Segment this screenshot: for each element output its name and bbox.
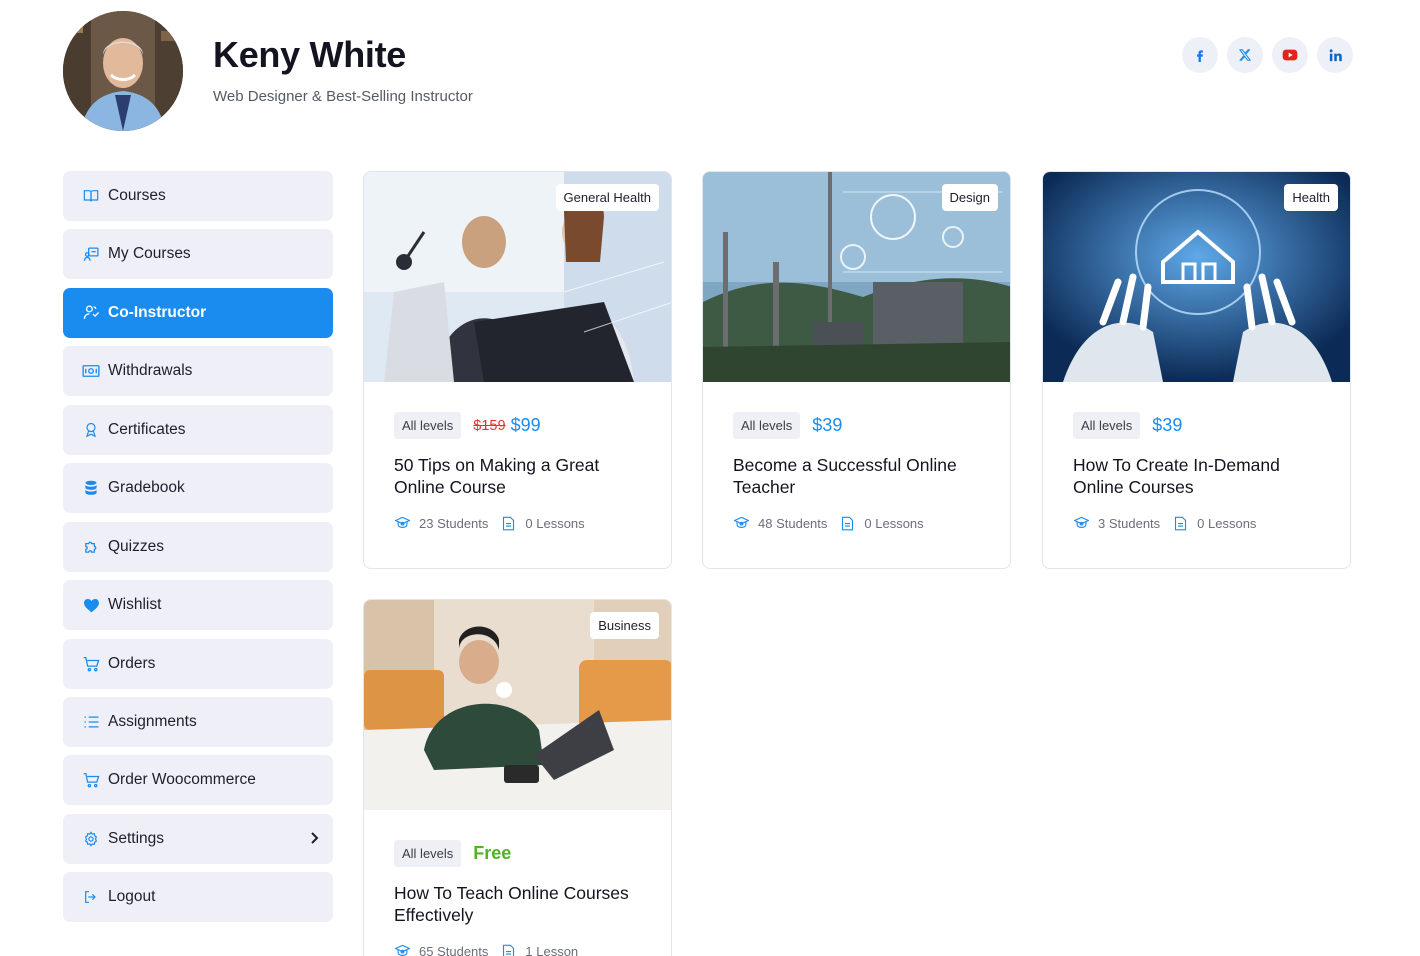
level-badge: All levels — [733, 412, 801, 439]
students-count: 65 Students — [419, 943, 489, 956]
sidebar-item-label: Quizzes — [108, 537, 164, 555]
sidebar-item-label: Courses — [108, 187, 166, 204]
book-icon — [82, 187, 100, 205]
sidebar-item-label: My Courses — [108, 245, 191, 263]
student-icon — [733, 515, 749, 531]
social-links — [1182, 37, 1353, 73]
course-thumbnail[interactable]: Health — [1043, 172, 1350, 382]
cart-icon — [82, 771, 100, 789]
lessons-count: 0 Lessons — [864, 515, 924, 531]
course-thumbnail[interactable]: Business — [364, 600, 671, 810]
heart-icon — [82, 596, 100, 614]
sidebar-item-quizzes[interactable]: Quizzes — [63, 521, 333, 572]
category-tag[interactable]: Health — [1284, 184, 1338, 211]
sidebar-item-assignments[interactable]: Assignments — [63, 696, 333, 747]
sidebar-item-gradebook[interactable]: Gradebook — [63, 463, 333, 514]
sidebar-item-my-courses[interactable]: My Courses — [63, 229, 333, 280]
facebook-link[interactable] — [1182, 37, 1218, 73]
sidebar-item-certificates[interactable]: Certificates — [63, 404, 333, 455]
sidebar-item-wishlist[interactable]: Wishlist — [63, 580, 333, 631]
student-icon — [1073, 515, 1089, 531]
sidebar-item-label: Orders — [108, 654, 156, 672]
sidebar-item-label: Logout — [108, 888, 156, 906]
x-link[interactable] — [1227, 37, 1263, 73]
student-icon — [394, 943, 410, 956]
category-tag[interactable]: General Health — [555, 184, 659, 211]
course-thumbnail[interactable]: General Health — [364, 172, 671, 382]
sidebar-item-label: Gradebook — [108, 479, 185, 497]
category-tag[interactable]: Business — [590, 612, 659, 639]
course-title[interactable]: How To Create In-Demand Online Courses — [1073, 454, 1320, 498]
chevron-right-icon[interactable] — [309, 831, 319, 850]
students-count: 48 Students — [758, 515, 828, 531]
my-courses-icon — [82, 245, 100, 263]
sidebar-item-withdrawals[interactable]: Withdrawals — [63, 346, 333, 397]
x-icon — [1239, 49, 1251, 61]
sidebar-item-co-instructor[interactable]: Co-Instructor — [63, 287, 333, 338]
sidebar-item-label: Assignments — [108, 712, 197, 730]
gear-icon — [82, 830, 100, 848]
avatar — [63, 11, 183, 131]
money-icon — [82, 362, 100, 380]
cart-icon — [82, 655, 100, 673]
students-count: 3 Students — [1098, 515, 1161, 531]
level-badge: All levels — [394, 840, 462, 867]
sidebar-item-label: Order Woocommerce — [108, 771, 256, 789]
level-badge: All levels — [394, 412, 462, 439]
co-instructor-icon — [82, 304, 100, 322]
students-count: 23 Students — [419, 515, 489, 531]
sidebar-item-settings[interactable]: Settings — [63, 813, 333, 864]
sidebar-item-label: Certificates — [108, 420, 186, 438]
course-title[interactable]: How To Teach Online Courses Effectively — [394, 882, 641, 926]
lessons-count: 0 Lessons — [1197, 515, 1257, 531]
sidebar-item-label: Wishlist — [108, 596, 162, 614]
avatar-photo — [63, 11, 183, 131]
youtube-icon — [1282, 49, 1298, 61]
course-thumbnail[interactable]: Design — [703, 172, 1010, 382]
course-title[interactable]: 50 Tips on Making a Great Online Course — [394, 454, 641, 498]
database-icon — [82, 479, 100, 497]
list-icon — [82, 713, 100, 731]
price: $99 — [510, 415, 541, 435]
profile-name: Keny White — [213, 34, 407, 75]
facebook-icon — [1197, 50, 1203, 62]
profile-role: Web Designer & Best-Selling Instructor — [213, 88, 473, 105]
course-card[interactable]: General Health All levels $159 $99 50 Ti… — [363, 171, 672, 569]
lessons-icon — [839, 515, 855, 531]
lessons-count: 0 Lessons — [525, 515, 585, 531]
category-tag[interactable]: Design — [941, 184, 998, 211]
price: $39 — [1152, 415, 1183, 435]
course-card[interactable]: Business All levels Free How To Teach On… — [363, 599, 672, 956]
logout-icon — [82, 888, 100, 906]
linkedin-icon — [1329, 48, 1342, 61]
sidebar-item-label: Settings — [108, 829, 165, 847]
sidebar-item-orders[interactable]: Orders — [63, 638, 333, 689]
level-badge: All levels — [1073, 412, 1141, 439]
lessons-count: 1 Lesson — [525, 943, 579, 956]
student-icon — [394, 515, 410, 531]
sidebar-item-courses[interactable]: Courses — [63, 171, 333, 221]
certificate-icon — [82, 421, 100, 439]
sidebar-item-order-woocommerce[interactable]: Order Woocommerce — [63, 755, 333, 806]
linkedin-link[interactable] — [1317, 37, 1353, 73]
lessons-icon — [500, 515, 516, 531]
lessons-icon — [500, 943, 516, 956]
sidebar-item-label: Co-Instructor — [108, 303, 207, 321]
course-card[interactable]: Health All levels $39 How To Create In-D… — [1042, 171, 1351, 569]
youtube-link[interactable] — [1272, 37, 1308, 73]
course-title[interactable]: Become a Successful Online Teacher — [733, 454, 980, 498]
sidebar-nav: Courses My Courses Co-Instructor Withdra… — [63, 171, 333, 931]
puzzle-icon — [82, 538, 100, 556]
price: Free — [473, 843, 512, 863]
lessons-icon — [1172, 515, 1188, 531]
sidebar-item-logout[interactable]: Logout — [63, 872, 333, 923]
sidebar-item-label: Withdrawals — [108, 362, 193, 380]
old-price: $159 — [473, 417, 506, 434]
course-card[interactable]: Design All levels $39 Become a Successfu… — [702, 171, 1011, 569]
price: $39 — [812, 415, 843, 435]
